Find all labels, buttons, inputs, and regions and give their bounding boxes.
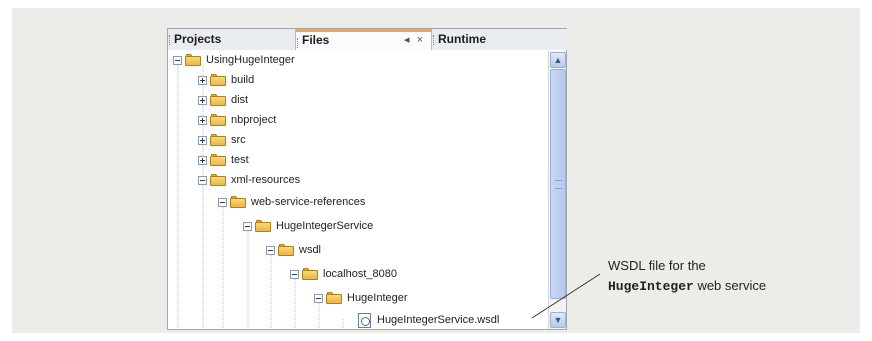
callout-line-1: WSDL file for the [608, 258, 706, 273]
callout-line-2: HugeInteger web service [608, 276, 766, 297]
callout-annotation: WSDL file for the HugeInteger web servic… [608, 256, 766, 297]
callout-code-text: HugeInteger [608, 279, 694, 294]
callout-line-2-rest: web service [693, 278, 767, 293]
